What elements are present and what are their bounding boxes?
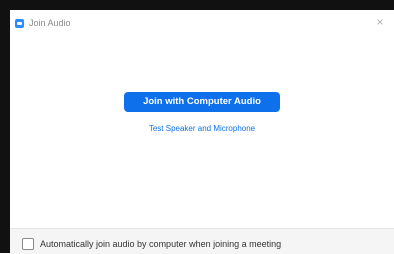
screen-frame: Join Audio × Join with Computer Audio Te…: [0, 0, 394, 254]
test-speaker-microphone-link[interactable]: Test Speaker and Microphone: [124, 124, 280, 133]
close-icon[interactable]: ×: [374, 16, 386, 28]
auto-join-audio-checkbox[interactable]: [22, 238, 34, 250]
join-audio-dialog: Join Audio × Join with Computer Audio Te…: [10, 10, 394, 254]
zoom-camera-icon: [15, 19, 24, 28]
title-bar: Join Audio ×: [10, 10, 394, 36]
footer-bar: Automatically join audio by computer whe…: [10, 228, 394, 254]
auto-join-audio-label[interactable]: Automatically join audio by computer whe…: [40, 238, 281, 250]
join-computer-audio-button[interactable]: Join with Computer Audio: [124, 92, 280, 112]
window-title: Join Audio: [29, 18, 71, 28]
